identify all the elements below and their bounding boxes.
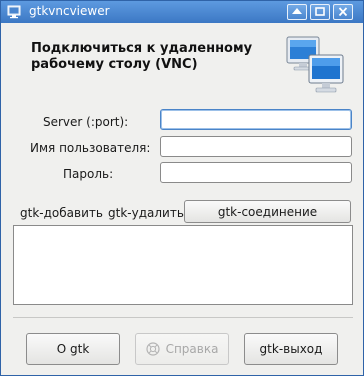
help-button[interactable]: Справка [135,333,229,365]
quit-button-label: gtk-выход [259,342,323,356]
footer-separator [13,317,353,318]
server-input[interactable] [161,110,351,129]
page-heading: Подключиться к удаленному рабочему столу… [31,41,253,72]
keep-above-button[interactable] [287,4,307,20]
username-label: Имя пользователя: [30,141,151,155]
password-label: Пароль: [63,167,114,181]
computer-icon [7,5,21,19]
arrow-up-icon [292,8,302,14]
close-button[interactable] [333,4,353,20]
connect-button[interactable]: gtk-соединение [184,200,351,223]
saved-connections-list[interactable] [13,225,353,305]
network-monitors-icon [286,36,344,93]
window-title: gtkvncviewer [29,4,110,18]
maximize-icon [315,7,325,16]
password-input-wrapper[interactable] [160,162,352,183]
server-label: Server (:port): [43,115,129,129]
username-input-wrapper[interactable] [160,136,352,157]
quit-button[interactable]: gtk-выход [244,333,338,365]
close-icon [338,7,348,17]
connect-button-label: gtk-соединение [217,204,318,219]
help-icon [145,342,160,356]
password-input[interactable] [161,163,351,182]
help-button-label: Справка [165,342,219,356]
app-window: gtkvncviewer Подключиться к удаленному р… [0,0,364,376]
server-input-wrapper[interactable] [160,109,352,130]
maximize-button[interactable] [310,4,330,20]
titlebar[interactable]: gtkvncviewer [1,1,363,23]
remove-button[interactable]: gtk-удалить [108,206,184,220]
about-button-label: О gtk [56,342,90,356]
add-button[interactable]: gtk-добавить [20,206,103,220]
username-input[interactable] [161,137,351,156]
about-button[interactable]: О gtk [26,333,120,365]
